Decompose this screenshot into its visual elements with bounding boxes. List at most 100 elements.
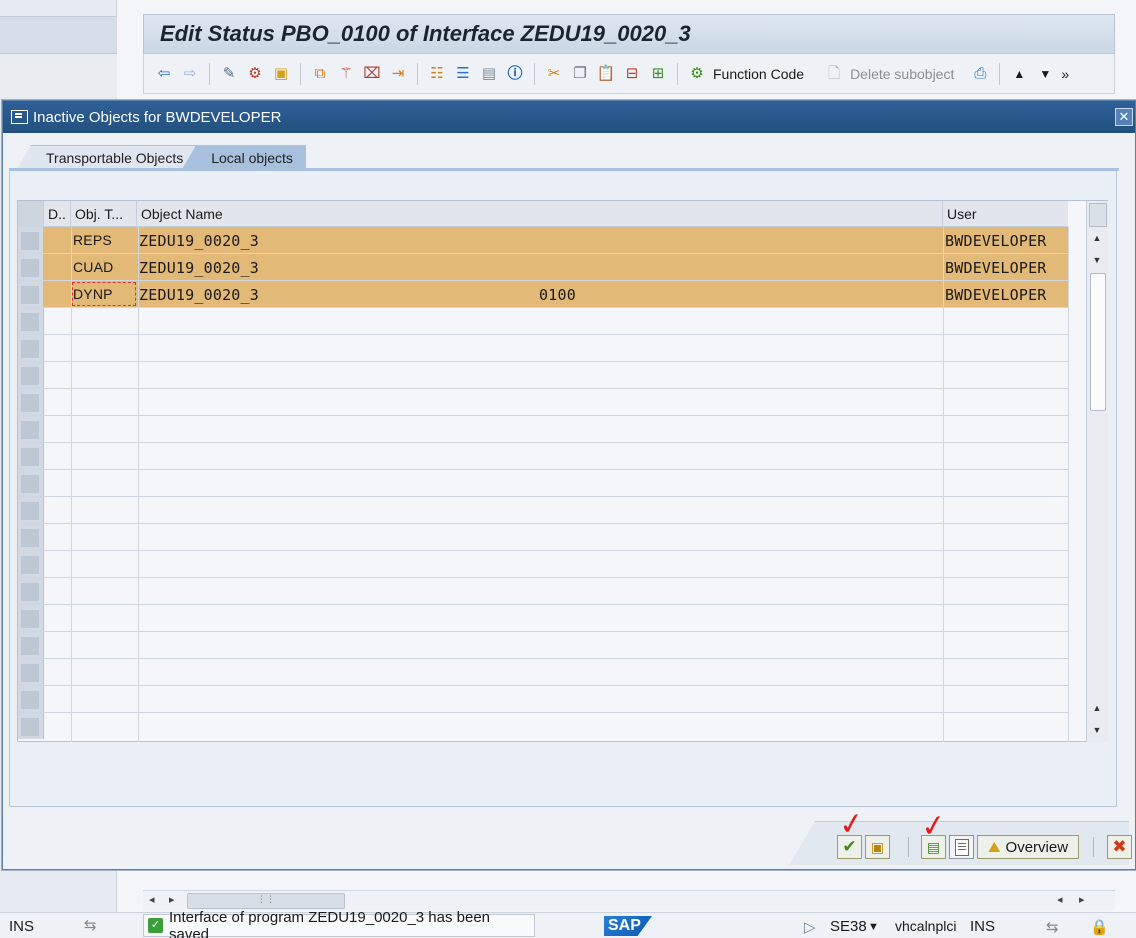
cell-object-name: ZEDU19_0020_3 bbox=[137, 227, 537, 253]
table-row-empty bbox=[18, 686, 1068, 713]
scroll-thumb[interactable] bbox=[1090, 273, 1106, 411]
list-icon[interactable]: ☰ bbox=[453, 64, 473, 84]
window-menu-icon[interactable] bbox=[11, 110, 28, 124]
main-window-title: Edit Status PBO_0100 of Interface ZEDU19… bbox=[143, 14, 1115, 54]
cut-icon[interactable]: ✂ bbox=[544, 64, 564, 84]
scroll-left-icon[interactable]: ◂ bbox=[1057, 893, 1063, 906]
system-dropdown-icon[interactable]: ▼ bbox=[868, 921, 879, 933]
row-selector[interactable] bbox=[18, 659, 44, 685]
cell-object-subname bbox=[537, 254, 943, 280]
printer-icon[interactable]: ⎙ bbox=[970, 64, 990, 84]
where-used-icon[interactable]: ⌧ bbox=[362, 64, 382, 84]
row-selector[interactable] bbox=[18, 632, 44, 658]
row-selector[interactable] bbox=[18, 389, 44, 415]
table-vertical-scrollbar[interactable]: ▲ ▼ ▲ ▼ bbox=[1086, 201, 1108, 742]
cell-obj-type: CUAD bbox=[71, 254, 137, 280]
object-list-icon[interactable]: ⧉ bbox=[310, 64, 330, 84]
status-message: ✓ Interface of program ZEDU19_0020_3 has… bbox=[143, 909, 535, 938]
back-arrow-icon[interactable]: ⇦ bbox=[154, 64, 174, 84]
row-selector[interactable] bbox=[18, 362, 44, 388]
more-toolbar-button[interactable]: » bbox=[1061, 66, 1069, 82]
cancel-button[interactable]: ✖ bbox=[1107, 835, 1132, 859]
select-all-cell[interactable] bbox=[18, 201, 44, 227]
row-selector[interactable] bbox=[18, 578, 44, 604]
status-play-icon[interactable]: ▷ bbox=[804, 918, 816, 936]
row-selector[interactable] bbox=[18, 308, 44, 334]
display-button[interactable] bbox=[949, 835, 974, 859]
row-selector[interactable] bbox=[18, 416, 44, 442]
transfer-arrows-icon[interactable]: ⇆ bbox=[1046, 918, 1059, 936]
table-row-empty bbox=[18, 713, 1068, 740]
tab-transportable-objects[interactable]: Transportable Objects bbox=[17, 145, 197, 169]
row-selector[interactable] bbox=[18, 470, 44, 496]
delete-row-icon[interactable]: ⊟ bbox=[622, 64, 642, 84]
hierarchy-icon[interactable]: ☷ bbox=[427, 64, 447, 84]
scroll-up-icon[interactable]: ▲ bbox=[1091, 703, 1103, 713]
row-selector[interactable] bbox=[18, 281, 44, 307]
row-selector[interactable] bbox=[18, 551, 44, 577]
copy-icon[interactable]: ❐ bbox=[570, 64, 590, 84]
scroll-up-icon[interactable]: ▲ bbox=[1091, 233, 1103, 243]
scroll-right-icon[interactable]: ▸ bbox=[1079, 893, 1085, 906]
cell-d bbox=[44, 227, 71, 253]
table-row-empty bbox=[18, 389, 1068, 416]
cell-object-name: ZEDU19_0020_3 bbox=[137, 254, 537, 280]
table-settings-button[interactable] bbox=[1089, 203, 1107, 227]
background-horizontal-scrollbar[interactable]: ◂ ▸ ⋮⋮ ◂ ▸ bbox=[143, 890, 1115, 910]
toolbar-separator bbox=[209, 62, 210, 85]
status-message-text: Interface of program ZEDU19_0020_3 has b… bbox=[168, 908, 491, 938]
scroll-down-icon[interactable]: ▼ bbox=[1091, 725, 1103, 735]
table-row-empty bbox=[18, 416, 1068, 443]
check-icon[interactable]: ⚙ bbox=[245, 64, 265, 84]
row-selector[interactable] bbox=[18, 497, 44, 523]
scroll-down-icon[interactable]: ▼ bbox=[1091, 255, 1103, 265]
select-all-button[interactable]: ▣ bbox=[865, 835, 890, 859]
table-row[interactable]: CUAD ZEDU19_0020_3 BWDEVELOPER bbox=[18, 254, 1068, 281]
cell-user: BWDEVELOPER bbox=[945, 286, 1047, 304]
column-header-d[interactable]: D.. bbox=[44, 201, 71, 227]
insert-row-icon[interactable]: ⊞ bbox=[648, 64, 668, 84]
function-code-button[interactable]: Function Code bbox=[713, 66, 804, 82]
row-selector[interactable] bbox=[18, 524, 44, 550]
column-divider bbox=[71, 227, 72, 742]
scroll-down-icon[interactable]: ▼ bbox=[1035, 64, 1055, 84]
dialog-title-bar: Inactive Objects for BWDEVELOPER bbox=[3, 101, 1135, 133]
column-header-obj-type[interactable]: Obj. T... bbox=[71, 201, 137, 227]
scroll-thumb[interactable]: ⋮⋮ bbox=[187, 893, 345, 909]
scroll-up-icon[interactable]: ▲ bbox=[1009, 64, 1029, 84]
delete-subobject-button[interactable]: Delete subobject bbox=[850, 66, 954, 82]
cell-obj-type: REPS bbox=[71, 227, 137, 253]
dialog-close-button[interactable]: ✕ bbox=[1115, 108, 1133, 126]
forward-arrow-icon[interactable]: ⇨ bbox=[180, 64, 200, 84]
lock-icon: 🔒 bbox=[1090, 919, 1109, 936]
function-code-icon[interactable]: ⚙ bbox=[687, 64, 707, 84]
navigate-icon[interactable]: ⇥ bbox=[388, 64, 408, 84]
overview-button[interactable]: ⛰ Overview bbox=[977, 835, 1079, 859]
table-row[interactable]: DYNP ZEDU19_0020_3 0100 BWDEVELOPER bbox=[18, 281, 1068, 308]
row-selector[interactable] bbox=[18, 605, 44, 631]
transfer-arrows-icon[interactable]: ⇆ bbox=[84, 916, 97, 934]
activate-icon[interactable]: ▣ bbox=[271, 64, 291, 84]
tab-local-objects[interactable]: Local objects bbox=[182, 145, 306, 169]
paste-icon[interactable]: 📋 bbox=[596, 64, 616, 84]
row-selector[interactable] bbox=[18, 227, 44, 253]
magic-wand-icon[interactable]: ⚚ bbox=[336, 64, 356, 84]
display-change-icon[interactable]: ✎ bbox=[219, 64, 239, 84]
toolbar-separator bbox=[300, 62, 301, 85]
table-icon[interactable]: ▤ bbox=[479, 64, 499, 84]
column-header-user[interactable]: User bbox=[943, 201, 1068, 227]
table-row-empty bbox=[18, 578, 1068, 605]
row-selector[interactable] bbox=[18, 335, 44, 361]
button-separator bbox=[1093, 837, 1094, 857]
row-selector[interactable] bbox=[18, 254, 44, 280]
red-check-annotation: ✓ bbox=[918, 807, 949, 846]
cell-user: BWDEVELOPER bbox=[945, 232, 1047, 250]
scroll-left-icon[interactable]: ◂ bbox=[149, 893, 155, 906]
row-selector[interactable] bbox=[18, 443, 44, 469]
table-row[interactable]: REPS ZEDU19_0020_3 BWDEVELOPER bbox=[18, 227, 1068, 254]
row-selector[interactable] bbox=[18, 686, 44, 712]
row-selector[interactable] bbox=[18, 713, 44, 739]
scroll-right-icon[interactable]: ▸ bbox=[169, 893, 175, 906]
column-header-object-name[interactable]: Object Name bbox=[137, 201, 943, 227]
info-icon[interactable]: ⓘ bbox=[505, 64, 525, 84]
